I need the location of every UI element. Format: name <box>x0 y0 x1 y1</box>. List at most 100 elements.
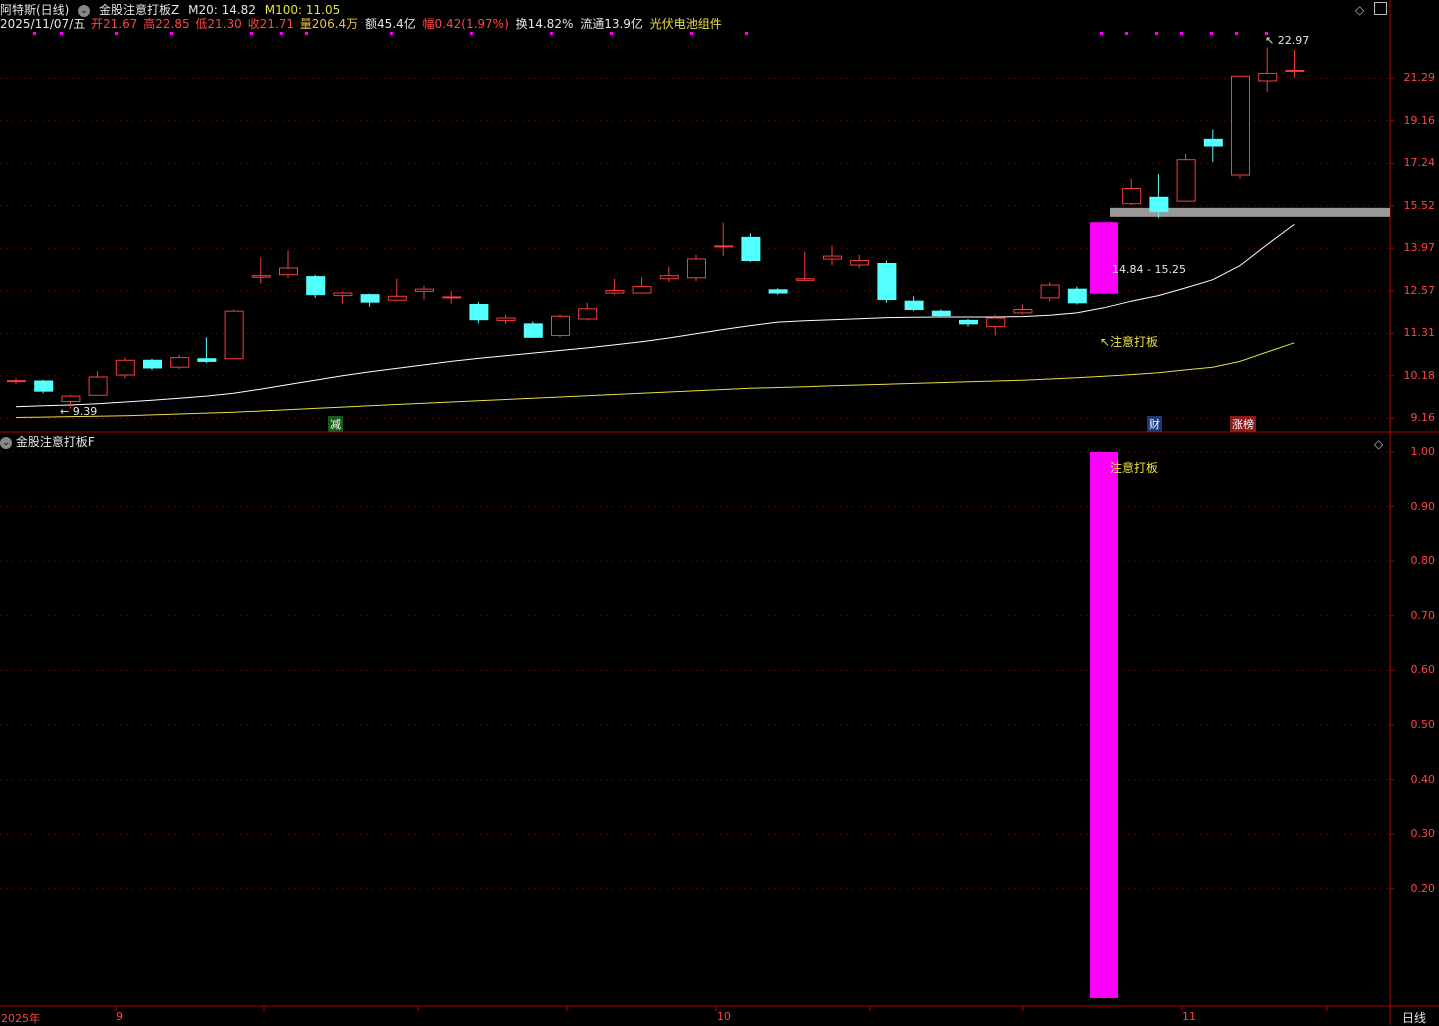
candle-body <box>61 395 81 403</box>
candle-body <box>1176 159 1196 202</box>
candle-body <box>1122 187 1142 205</box>
candle-body <box>986 317 1006 328</box>
price-axis-label: 13.97 <box>1403 241 1436 255</box>
indicator-axis-label: 0.70 <box>1410 608 1436 622</box>
candle-body <box>1203 138 1223 147</box>
signal-bar-sub <box>1090 452 1118 998</box>
candle-body <box>387 295 407 301</box>
price-axis-label: 11.31 <box>1403 326 1436 340</box>
indicator-axis-label: 0.50 <box>1410 718 1436 731</box>
candle-body <box>279 267 298 276</box>
reduce-holding-tag[interactable]: 减 <box>328 416 343 432</box>
candle-body <box>224 310 244 360</box>
indicator-axis-label: 0.60 <box>1410 663 1436 677</box>
limit-up-list-tag[interactable]: 涨榜 <box>1230 416 1256 432</box>
candle-body <box>197 358 217 362</box>
financial-report-tag[interactable]: 财 <box>1147 416 1162 432</box>
price-axis-label: 9.16 <box>1410 411 1436 425</box>
low-price-marker: ← 9.39 <box>60 405 98 418</box>
event-dot <box>33 32 36 35</box>
candle-body <box>687 258 706 279</box>
candle-body <box>931 310 951 317</box>
candle-body <box>469 303 489 321</box>
event-dot <box>1180 32 1183 35</box>
indicator-axis-label: 0.30 <box>1410 827 1436 841</box>
candle-body <box>823 255 842 260</box>
candle-body <box>34 380 54 392</box>
price-axis-label: 15.52 <box>1403 198 1436 212</box>
candle-body <box>877 262 897 301</box>
candle-body <box>1067 288 1087 304</box>
event-dot <box>60 32 63 35</box>
signal-label-sub: 注意打板 <box>1110 461 1159 475</box>
price-axis-label: 17.24 <box>1403 156 1436 170</box>
candle-body <box>7 380 26 383</box>
candle-body <box>88 376 108 396</box>
signal-label-main: ↖注意打板 <box>1100 335 1159 349</box>
event-dot <box>305 32 308 35</box>
high-price-marker: ↖ 22.97 <box>1265 34 1310 47</box>
kline-chart[interactable] <box>0 0 1439 1025</box>
ma100-line <box>15 342 1295 418</box>
candle-body <box>1231 75 1250 176</box>
period-selector[interactable]: 日线 <box>1402 1009 1426 1026</box>
candle-body <box>523 323 543 338</box>
candle-body <box>1013 308 1033 314</box>
event-dot <box>170 32 173 35</box>
candle-body <box>170 357 190 368</box>
candle-body <box>360 294 380 303</box>
price-axis-label: 12.57 <box>1403 283 1436 297</box>
indicator-axis-label: 0.20 <box>1410 881 1436 895</box>
time-axis-oct: 10 <box>717 1010 731 1023</box>
candle-body <box>605 289 625 294</box>
indicator-axis-label: 0.90 <box>1410 499 1436 513</box>
event-dot <box>115 32 118 35</box>
event-dot <box>1235 32 1238 35</box>
candle-body <box>659 275 679 280</box>
candle-body <box>1040 284 1060 299</box>
candle-body <box>143 359 162 369</box>
zone-range-label: 14.84 - 15.25 <box>1112 263 1186 276</box>
candle-body <box>1285 69 1305 72</box>
event-dot <box>470 32 473 35</box>
price-axis-label: 10.18 <box>1403 368 1436 382</box>
candle-body <box>306 276 326 296</box>
event-dot <box>1210 32 1213 35</box>
candle-body <box>251 275 271 278</box>
candle-body <box>333 292 353 297</box>
event-dot <box>1125 32 1128 35</box>
event-dot <box>280 32 283 35</box>
time-axis-year: 2025年 <box>1 1012 40 1025</box>
candle-body <box>768 289 788 294</box>
candle-body <box>551 315 570 337</box>
event-dot <box>745 32 748 35</box>
candle-body <box>578 308 598 320</box>
candle-body <box>115 359 135 376</box>
candle-body <box>714 245 734 248</box>
event-dot <box>550 32 553 35</box>
candle-body <box>496 317 516 321</box>
event-dot <box>690 32 693 35</box>
time-axis-nov: 11 <box>1182 1010 1196 1023</box>
candle-body <box>850 260 870 266</box>
indicator-axis-label: 0.40 <box>1410 772 1436 786</box>
event-dot <box>1155 32 1158 35</box>
candle-body <box>442 296 462 299</box>
candle-body <box>904 300 924 310</box>
candle-body <box>1258 72 1278 82</box>
candle-body <box>415 288 434 292</box>
event-dot <box>610 32 613 35</box>
event-dot <box>250 32 253 35</box>
signal-bar-main <box>1090 222 1118 294</box>
price-axis-label: 19.16 <box>1403 113 1436 127</box>
candle-body <box>795 278 815 281</box>
event-dot <box>1100 32 1103 35</box>
candle-body <box>632 286 652 294</box>
indicator-axis-label: 1.00 <box>1410 445 1436 458</box>
event-dot <box>390 32 393 35</box>
indicator-axis-label: 0.80 <box>1410 554 1436 568</box>
candle-body <box>959 319 978 325</box>
price-axis-label: 21.29 <box>1403 71 1436 85</box>
candle-body <box>1149 196 1169 213</box>
time-axis-sep: 9 <box>116 1010 123 1023</box>
